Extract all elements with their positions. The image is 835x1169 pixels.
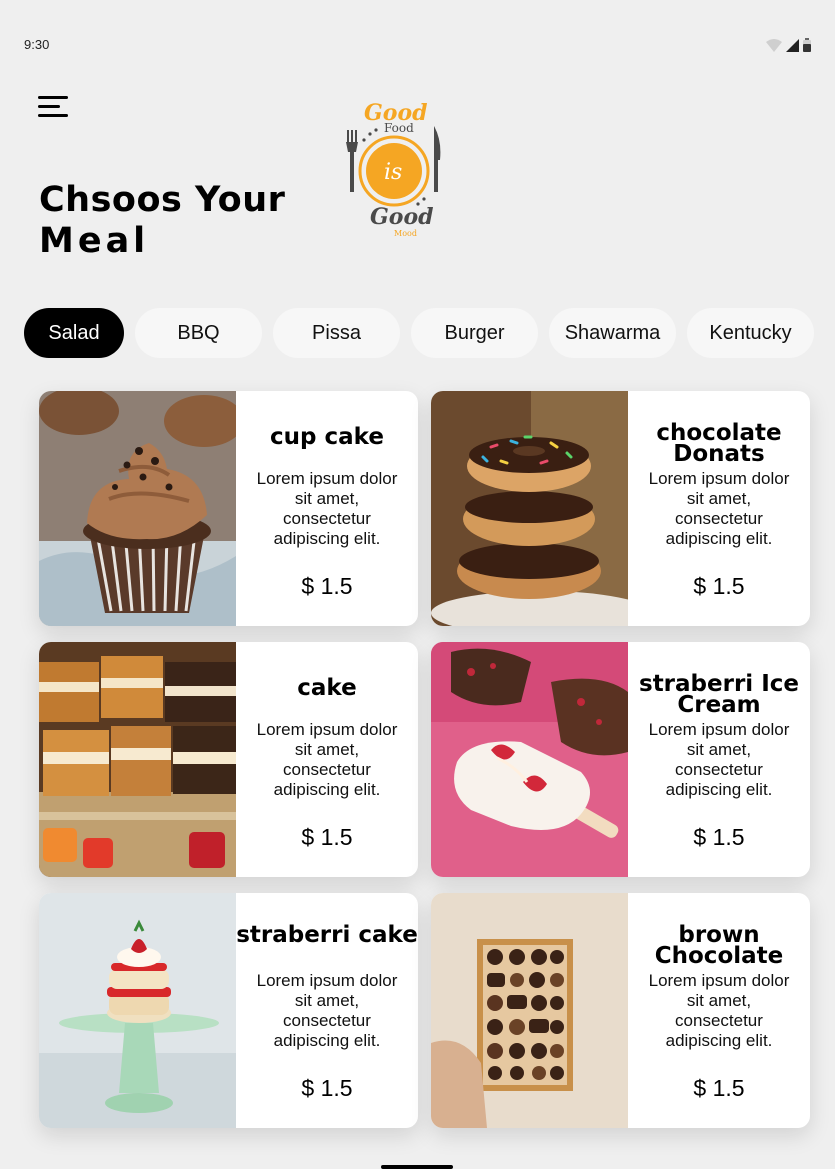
battery-icon [803,38,811,52]
product-card[interactable]: straberri Ice Cream Lorem ipsum dolor si… [431,642,810,877]
product-price: $ 1.5 [301,1075,353,1101]
product-card[interactable]: chocolate Donats Lorem ipsum dolor sit a… [431,391,810,626]
home-indicator[interactable] [381,1165,453,1169]
menu-line [38,96,68,99]
product-name: brown Chocolate [654,922,784,969]
cellular-signal-icon [786,39,799,52]
product-price: $ 1.5 [301,824,353,850]
product-card[interactable]: cake Lorem ipsum dolor sit amet, consect… [39,642,418,877]
chocolate-box-photo [431,893,628,1128]
product-info: straberri Ice Cream Lorem ipsum dolor si… [628,642,810,877]
cupcake-photo [39,391,236,626]
product-price: $ 1.5 [693,573,745,599]
menu-line [38,105,60,108]
category-chip-shawarma[interactable]: Shawarma [549,308,676,358]
product-description: Lorem ipsum dolor sit amet, consectetur … [256,720,398,799]
product-info: chocolate Donats Lorem ipsum dolor sit a… [628,391,810,626]
strawberry-ice-cream-photo [431,642,628,877]
category-chip-kentucky[interactable]: Kentucky [687,308,814,358]
page-title-line1: Chsoos Your [39,180,286,220]
logo-text-food: Food [384,121,414,135]
page-title: Chsoos Your Meal [39,180,285,262]
product-info: cup cake Lorem ipsum dolor sit amet, con… [236,391,418,626]
category-chip-burger[interactable]: Burger [411,308,538,358]
logo-text-good-2: Good [370,204,434,230]
category-tabs: Salad BBQ Pissa Burger Shawarma Kentucky [24,308,824,358]
product-name: straberri Ice Cream [639,671,799,718]
product-name: straberri cake [236,922,418,948]
product-info: straberri cake Lorem ipsum dolor sit ame… [236,893,418,1128]
logo-text-mood: Mood [394,229,417,238]
product-description: Lorem ipsum dolor sit amet, consectetur … [648,720,790,799]
product-description: Lorem ipsum dolor sit amet, consectetur … [648,469,790,548]
product-description: Lorem ipsum dolor sit amet, consectetur … [648,971,790,1050]
menu-line [38,114,68,117]
product-info: cake Lorem ipsum dolor sit amet, consect… [236,642,418,877]
product-name: cake [297,675,357,701]
status-icons [766,38,811,52]
category-chip-salad[interactable]: Salad [24,308,124,358]
product-price: $ 1.5 [301,573,353,599]
product-card[interactable]: straberri cake Lorem ipsum dolor sit ame… [39,893,418,1128]
wifi-icon [766,39,782,52]
status-bar: 9:30 [0,0,835,80]
category-chip-bbq[interactable]: BBQ [135,308,262,358]
product-name: cup cake [270,424,384,450]
product-name: chocolate Donats [656,420,782,467]
page-title-line2: Meal [39,221,150,261]
donuts-photo [431,391,628,626]
product-info: brown Chocolate Lorem ipsum dolor sit am… [628,893,810,1128]
cake-slices-photo [39,642,236,877]
hamburger-menu-icon[interactable] [38,96,70,122]
good-food-logo: Good Food is Good Mood [338,96,450,240]
product-card[interactable]: brown Chocolate Lorem ipsum dolor sit am… [431,893,810,1128]
logo-text-is: is [384,160,402,185]
product-description: Lorem ipsum dolor sit amet, consectetur … [256,469,398,548]
product-card[interactable]: cup cake Lorem ipsum dolor sit amet, con… [39,391,418,626]
product-description: Lorem ipsum dolor sit amet, consectetur … [256,971,398,1050]
status-time: 9:30 [24,37,50,52]
product-price: $ 1.5 [693,1075,745,1101]
strawberry-cake-photo [39,893,236,1128]
product-price: $ 1.5 [693,824,745,850]
category-chip-pissa[interactable]: Pissa [273,308,400,358]
